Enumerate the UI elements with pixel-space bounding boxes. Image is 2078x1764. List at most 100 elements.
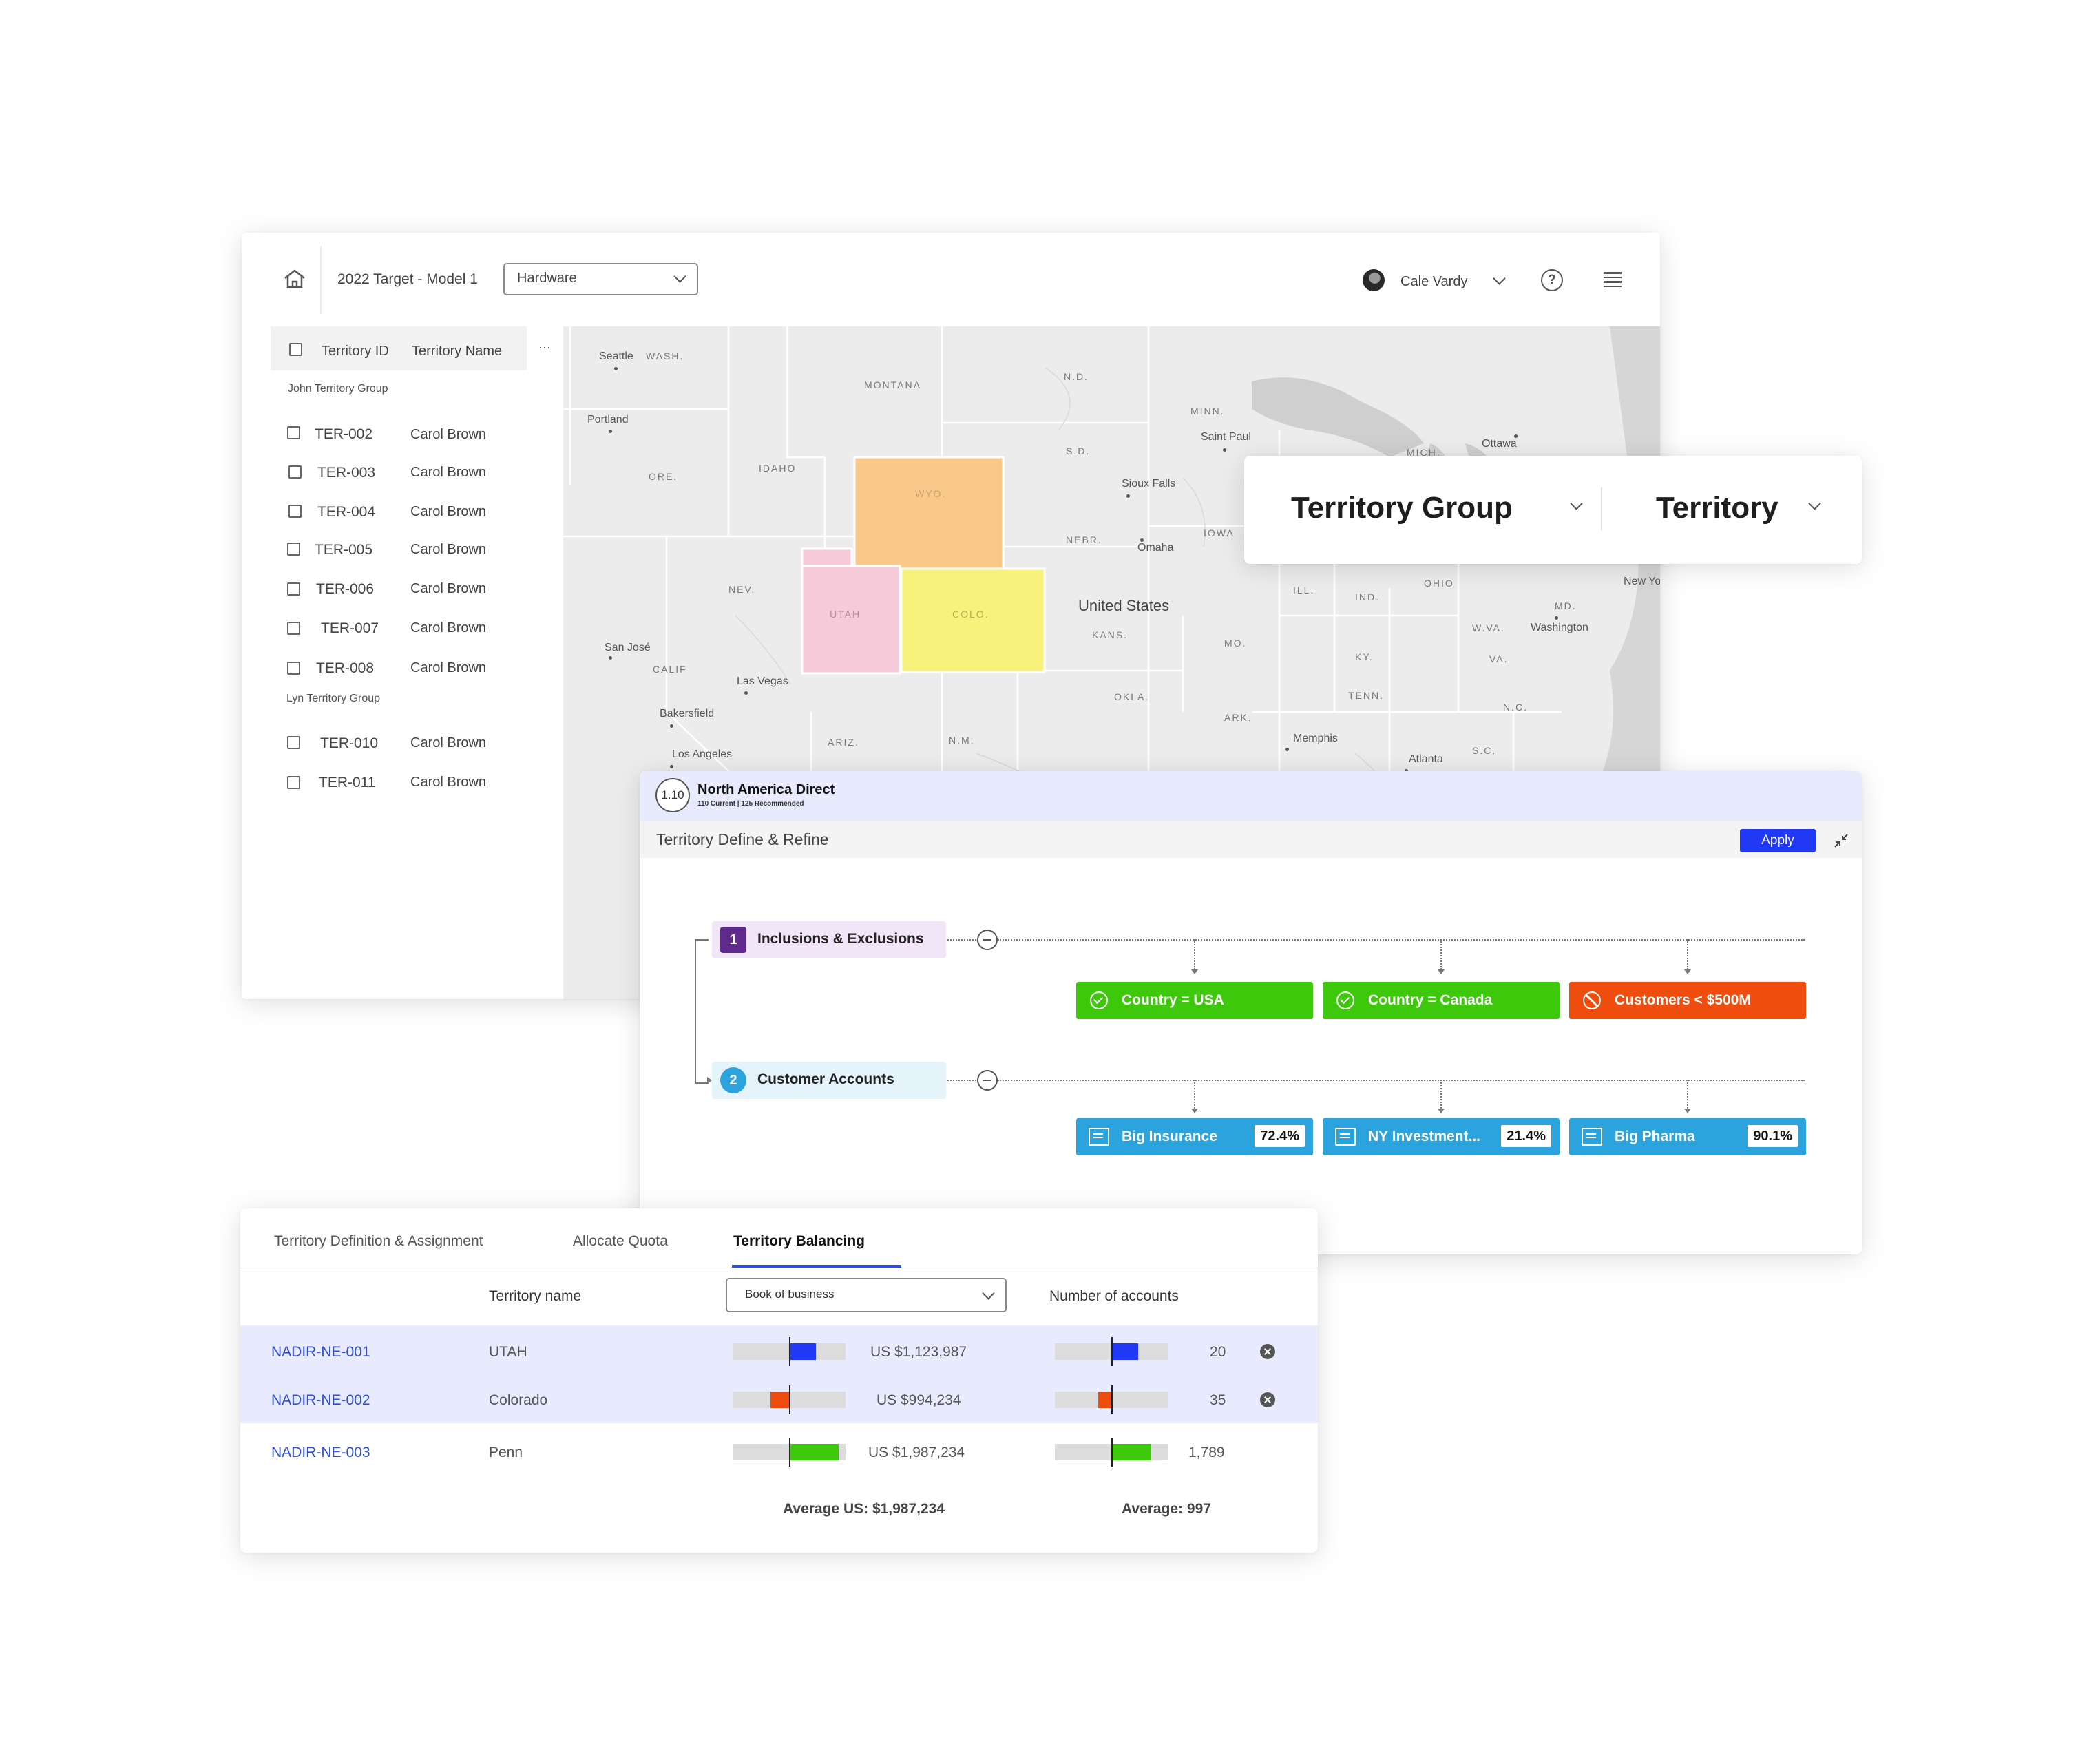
step-number: 2 [720, 1067, 746, 1093]
city-dot [670, 765, 673, 768]
chevron-down-icon [1808, 497, 1821, 510]
account-chip[interactable]: Big Insurance 72.4% [1076, 1118, 1313, 1155]
rule-chip[interactable]: Country = USA [1076, 982, 1313, 1019]
territory-dropdown[interactable]: Territory [1650, 487, 1843, 535]
remove-row-icon[interactable] [1260, 1344, 1275, 1359]
collapse-icon[interactable] [1834, 833, 1849, 848]
rule-chip[interactable]: Customers < $500M [1569, 982, 1806, 1019]
account-chip[interactable]: NY Investment... 21.4% [1323, 1118, 1560, 1155]
map-state-label: N.C. [1503, 702, 1528, 713]
user-name[interactable]: Cale Vardy [1400, 274, 1467, 290]
row-checkbox[interactable] [287, 736, 300, 749]
home-icon[interactable] [283, 269, 306, 289]
remove-row-icon[interactable] [1260, 1392, 1275, 1407]
step-label: Inclusions & Exclusions [757, 931, 924, 947]
map-state-label: ILL. [1293, 585, 1315, 596]
define-stats: 110 Current | 125 Recommended [697, 800, 804, 808]
define-refine-window: 1.10 North America Direct 110 Current | … [640, 771, 1862, 1254]
bob-bar-average-marker [789, 1438, 790, 1467]
row-checkbox[interactable] [287, 543, 300, 556]
map-city: Sioux Falls [1122, 478, 1176, 490]
arrow-down-icon [1191, 1109, 1198, 1113]
map-state-label: N.M. [949, 735, 975, 746]
map-city: Los Angeles [672, 748, 733, 760]
row-checkbox[interactable] [287, 776, 300, 789]
territory-id[interactable]: TER-005 [315, 542, 372, 558]
account-percent: 72.4% [1255, 1125, 1305, 1147]
accounts-bar [1055, 1438, 1168, 1467]
tab-definition-assignment[interactable]: Territory Definition & Assignment [274, 1233, 483, 1250]
map-city: Omaha [1137, 542, 1174, 554]
account-chip[interactable]: Big Pharma 90.1% [1569, 1118, 1806, 1155]
tree-arrow-icon [707, 1077, 712, 1084]
column-more-icon[interactable]: ··· [538, 340, 551, 355]
row-checkbox[interactable] [287, 582, 300, 596]
collapse-step-icon[interactable] [977, 1070, 998, 1091]
region-colo[interactable] [900, 567, 1046, 673]
row-checkbox[interactable] [288, 505, 302, 518]
connector-line [1687, 939, 1688, 969]
chevron-down-icon [982, 1287, 995, 1300]
hamburger-menu-icon[interactable] [1604, 272, 1622, 287]
territory-id[interactable]: TER-011 [319, 775, 375, 791]
rule-chip[interactable]: Country = Canada [1323, 982, 1560, 1019]
map-state-label: IOWA [1204, 527, 1235, 538]
arrow-down-icon [1191, 969, 1198, 974]
territory-owner: Carol Brown [410, 427, 487, 442]
territory-id[interactable]: TER-003 [317, 465, 375, 481]
territory-name: Colorado [489, 1392, 548, 1408]
territory-id[interactable]: TER-007 [321, 620, 379, 637]
metric-select[interactable]: Book of business [726, 1278, 1007, 1312]
row-checkbox[interactable] [287, 662, 300, 675]
map-state-label: ORE. [649, 471, 678, 482]
territory-id[interactable]: TER-002 [315, 426, 372, 443]
map-city: Ottawa [1482, 438, 1517, 450]
connector-line [1440, 939, 1442, 969]
region-wyo[interactable] [853, 456, 1005, 570]
accounts-value: 35 [1210, 1392, 1226, 1408]
check-circle-icon [1336, 991, 1354, 1009]
help-icon[interactable]: ? [1541, 269, 1563, 291]
territory-id[interactable]: TER-008 [316, 660, 374, 677]
row-checkbox[interactable] [287, 622, 300, 635]
territory-id[interactable]: TER-006 [316, 581, 374, 598]
connector-line [1194, 1080, 1195, 1109]
document-icon [1089, 1128, 1109, 1146]
step-customer-accounts[interactable]: 2 Customer Accounts [712, 1062, 946, 1099]
apply-button-label: Apply [1761, 833, 1794, 848]
select-all-checkbox[interactable] [289, 343, 302, 356]
row-checkbox[interactable] [287, 426, 300, 439]
territory-id-link[interactable]: NADIR-NE-003 [271, 1445, 370, 1461]
model-title: 2022 Target - Model 1 [337, 271, 478, 287]
region-utah[interactable] [801, 565, 901, 675]
territory-id[interactable]: TER-004 [317, 504, 375, 521]
map-state-label: WYO. [915, 488, 947, 499]
tab-allocate-quota[interactable]: Allocate Quota [573, 1233, 668, 1250]
user-menu-chevron-icon[interactable] [1493, 272, 1506, 285]
average-book-of-business: Average US: $1,987,234 [783, 1501, 945, 1517]
arrow-down-icon [1684, 1109, 1691, 1113]
territory-id[interactable]: TER-010 [320, 735, 378, 752]
collapse-step-icon[interactable] [977, 930, 998, 950]
step-inclusions-exclusions[interactable]: 1 Inclusions & Exclusions [712, 921, 946, 958]
tab-territory-balancing[interactable]: Territory Balancing [733, 1233, 865, 1250]
row-checkbox[interactable] [288, 465, 302, 479]
bob-bar [733, 1385, 846, 1414]
avatar[interactable] [1363, 269, 1385, 291]
territory-owner: Carol Brown [410, 620, 487, 636]
connector-line [947, 1080, 976, 1081]
book-of-business-value: US $1,987,234 [868, 1445, 965, 1460]
document-icon [1582, 1128, 1602, 1146]
header-number-accounts: Number of accounts [1049, 1288, 1179, 1304]
territory-id-link[interactable]: NADIR-NE-001 [271, 1344, 370, 1361]
map-state-label: MONTANA [864, 379, 921, 390]
map-city: Las Vegas [737, 675, 788, 687]
territory-group-dropdown[interactable]: Territory Group [1285, 487, 1583, 535]
map-state-label: OHIO [1424, 578, 1454, 589]
territory-id-link[interactable]: NADIR-NE-002 [271, 1392, 370, 1409]
product-select[interactable]: Hardware [503, 263, 698, 295]
territory-name: UTAH [489, 1344, 527, 1360]
apply-button[interactable]: Apply [1740, 829, 1816, 852]
header-divider [320, 246, 322, 314]
account-label: NY Investment... [1368, 1128, 1480, 1144]
